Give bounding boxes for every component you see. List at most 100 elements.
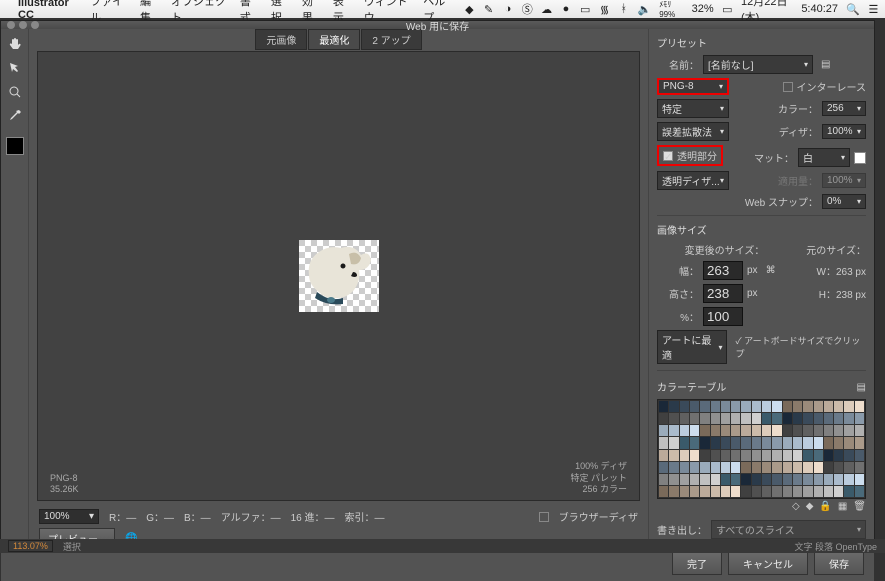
dither-label: ディザ： (779, 124, 818, 139)
close-icon[interactable] (7, 21, 15, 29)
color-count-select[interactable]: 256▾ (822, 101, 866, 116)
wifi-icon[interactable]: ᯾ (599, 2, 610, 16)
eyedropper-tool-icon[interactable] (6, 107, 24, 125)
preset-section-title: プリセット (657, 35, 866, 50)
imagesize-section-title: 画像サイズ (657, 222, 866, 237)
canvas-info-right: 100% ディザ 特定 パレット 256 カラー (570, 461, 627, 496)
preview-image (299, 240, 379, 312)
readout-alpha: アルファ：— (221, 509, 281, 524)
preset-name-select[interactable]: [名前なし]▾ (703, 55, 813, 74)
fit-select[interactable]: アートに最適▾ (657, 330, 727, 364)
zoom-icon[interactable] (31, 21, 39, 29)
evernote-icon[interactable]: ✎ (483, 2, 494, 16)
orig-height: H：238 px (819, 286, 866, 301)
reduction-select[interactable]: 特定▾ (657, 99, 729, 118)
bluetooth-icon[interactable]: ᚼ (618, 2, 629, 16)
dither-amount-select[interactable]: 100%▾ (822, 124, 866, 139)
tab-optimized[interactable]: 最適化 (308, 29, 360, 50)
percent-input[interactable] (703, 307, 743, 326)
spotlight-icon[interactable]: 🔍 (846, 2, 860, 16)
height-input[interactable] (703, 284, 743, 303)
export-label: 書き出し： (657, 522, 707, 537)
canvas-info-left: PNG-8 35.26K (50, 473, 79, 496)
app-statusbar: 113.07% 選択 文字 段落 OpenType (0, 539, 885, 553)
color-label: カラー： (778, 101, 818, 116)
ct-icon-1[interactable]: ◇ (792, 501, 800, 512)
matte-select[interactable]: 白▾ (798, 148, 850, 167)
height-label: 高さ： (657, 286, 699, 301)
dither-method-select[interactable]: 誤差拡散法▾ (657, 122, 729, 141)
zoom-select[interactable]: 100%▾ (39, 509, 99, 524)
hand-tool-icon[interactable] (6, 35, 24, 53)
settings-panel: プリセット 名前： [名前なし]▾ ▤ PNG-8▾ インターレース 特定▾ カ… (648, 29, 874, 545)
tab-original[interactable]: 元画像 (255, 29, 307, 50)
name-label: 名前： (657, 57, 699, 72)
width-label: 幅： (657, 263, 699, 278)
ct-icon-2[interactable]: ◆ (806, 501, 814, 512)
readout-r: R：— (109, 509, 136, 524)
battery-text: 32% (692, 3, 714, 15)
save-for-web-dialog: Web 用に保存 元画像 最適化 2 アップ (0, 20, 875, 553)
status-mode: 文字 段落 OpenType (794, 540, 877, 553)
notifications-icon[interactable]: ☰ (868, 2, 879, 16)
ct-icon-4[interactable]: ▦ (838, 501, 847, 512)
preset-menu-icon[interactable]: ▤ (821, 59, 830, 70)
dialog-title: Web 用に保存 (406, 18, 469, 33)
app-name[interactable]: Illustrator CC (18, 0, 78, 21)
readout-index: 索引：— (345, 509, 385, 524)
cloud-icon[interactable]: ☁ (541, 2, 552, 16)
info-palette: 特定 パレット (570, 473, 627, 485)
info-size: 35.26K (50, 484, 79, 496)
matte-swatch[interactable] (854, 152, 866, 164)
colortable-menu-icon[interactable]: ▤ (857, 382, 866, 393)
link-icon[interactable]: ⌘ (766, 265, 776, 276)
color-table[interactable] (657, 399, 866, 499)
websnap-select[interactable]: 0%▾ (822, 194, 866, 209)
status-zoom[interactable]: 113.07% (8, 540, 53, 552)
preview-canvas[interactable]: PNG-8 35.26K 100% ディザ 特定 パレット 256 カラー (37, 51, 640, 501)
preview-tabs: 元画像 最適化 2 アップ (29, 29, 648, 47)
interlace-label: インターレース (797, 79, 867, 94)
battery-icon[interactable]: ▭ (722, 2, 733, 16)
readout-b: B：— (184, 509, 211, 524)
browser-dither-label: ブラウザーディザ (559, 509, 638, 524)
titlebar: Web 用に保存 (1, 21, 874, 29)
save-button[interactable]: 保存 (814, 552, 864, 575)
percent-label: %： (657, 309, 699, 324)
colortable-section-title: カラーテーブル (657, 379, 853, 394)
websnap-label: Web スナップ： (745, 194, 818, 209)
minimize-icon[interactable] (19, 21, 27, 29)
orig-size-label: 元のサイズ： (796, 242, 866, 257)
sync-icon[interactable]: ◑ (502, 2, 513, 16)
apply-label: 適用量： (778, 173, 818, 188)
interlace-checkbox[interactable] (783, 82, 793, 92)
info-colors: 256 カラー (570, 484, 627, 496)
dropbox-icon[interactable]: ◆ (464, 2, 475, 16)
browser-dither-checkbox[interactable] (539, 512, 549, 522)
slice-select-tool-icon[interactable] (6, 59, 24, 77)
time[interactable]: 5:40:27 (801, 3, 838, 15)
volume-icon[interactable]: 🔈 (638, 2, 652, 16)
display-icon[interactable]: ▭ (580, 2, 591, 16)
memory-status: ﾒﾓﾘ 99% (659, 0, 683, 19)
readout-g: G：— (146, 509, 174, 524)
zoom-tool-icon[interactable] (6, 83, 24, 101)
foreground-swatch[interactable] (6, 137, 24, 155)
after-size-label: 変更後のサイズ： (657, 242, 792, 257)
export-select[interactable]: すべてのスライス▾ (711, 520, 866, 539)
readout-hex: 16 進：— (291, 509, 335, 524)
done-button[interactable]: 完了 (672, 552, 722, 575)
info-dither: 100% ディザ (570, 461, 627, 473)
width-input[interactable] (703, 261, 743, 280)
trans-dither-select[interactable]: 透明ディザ...▾ (657, 171, 729, 190)
line-icon[interactable]: ● (560, 2, 571, 16)
ct-icon-3[interactable]: 🔒 (819, 501, 831, 512)
skype-icon[interactable]: Ⓢ (522, 2, 533, 16)
ct-icon-5[interactable]: 🗑 (853, 501, 866, 512)
clip-artboard-label[interactable]: ✓ アートボードサイズでクリップ (735, 334, 866, 360)
cancel-button[interactable]: キャンセル (728, 552, 808, 575)
format-select[interactable]: PNG-8▾ (657, 78, 729, 95)
orig-width: W：263 px (817, 263, 866, 278)
apply-amount-select: 100%▾ (822, 173, 866, 188)
info-format: PNG-8 (50, 473, 79, 485)
